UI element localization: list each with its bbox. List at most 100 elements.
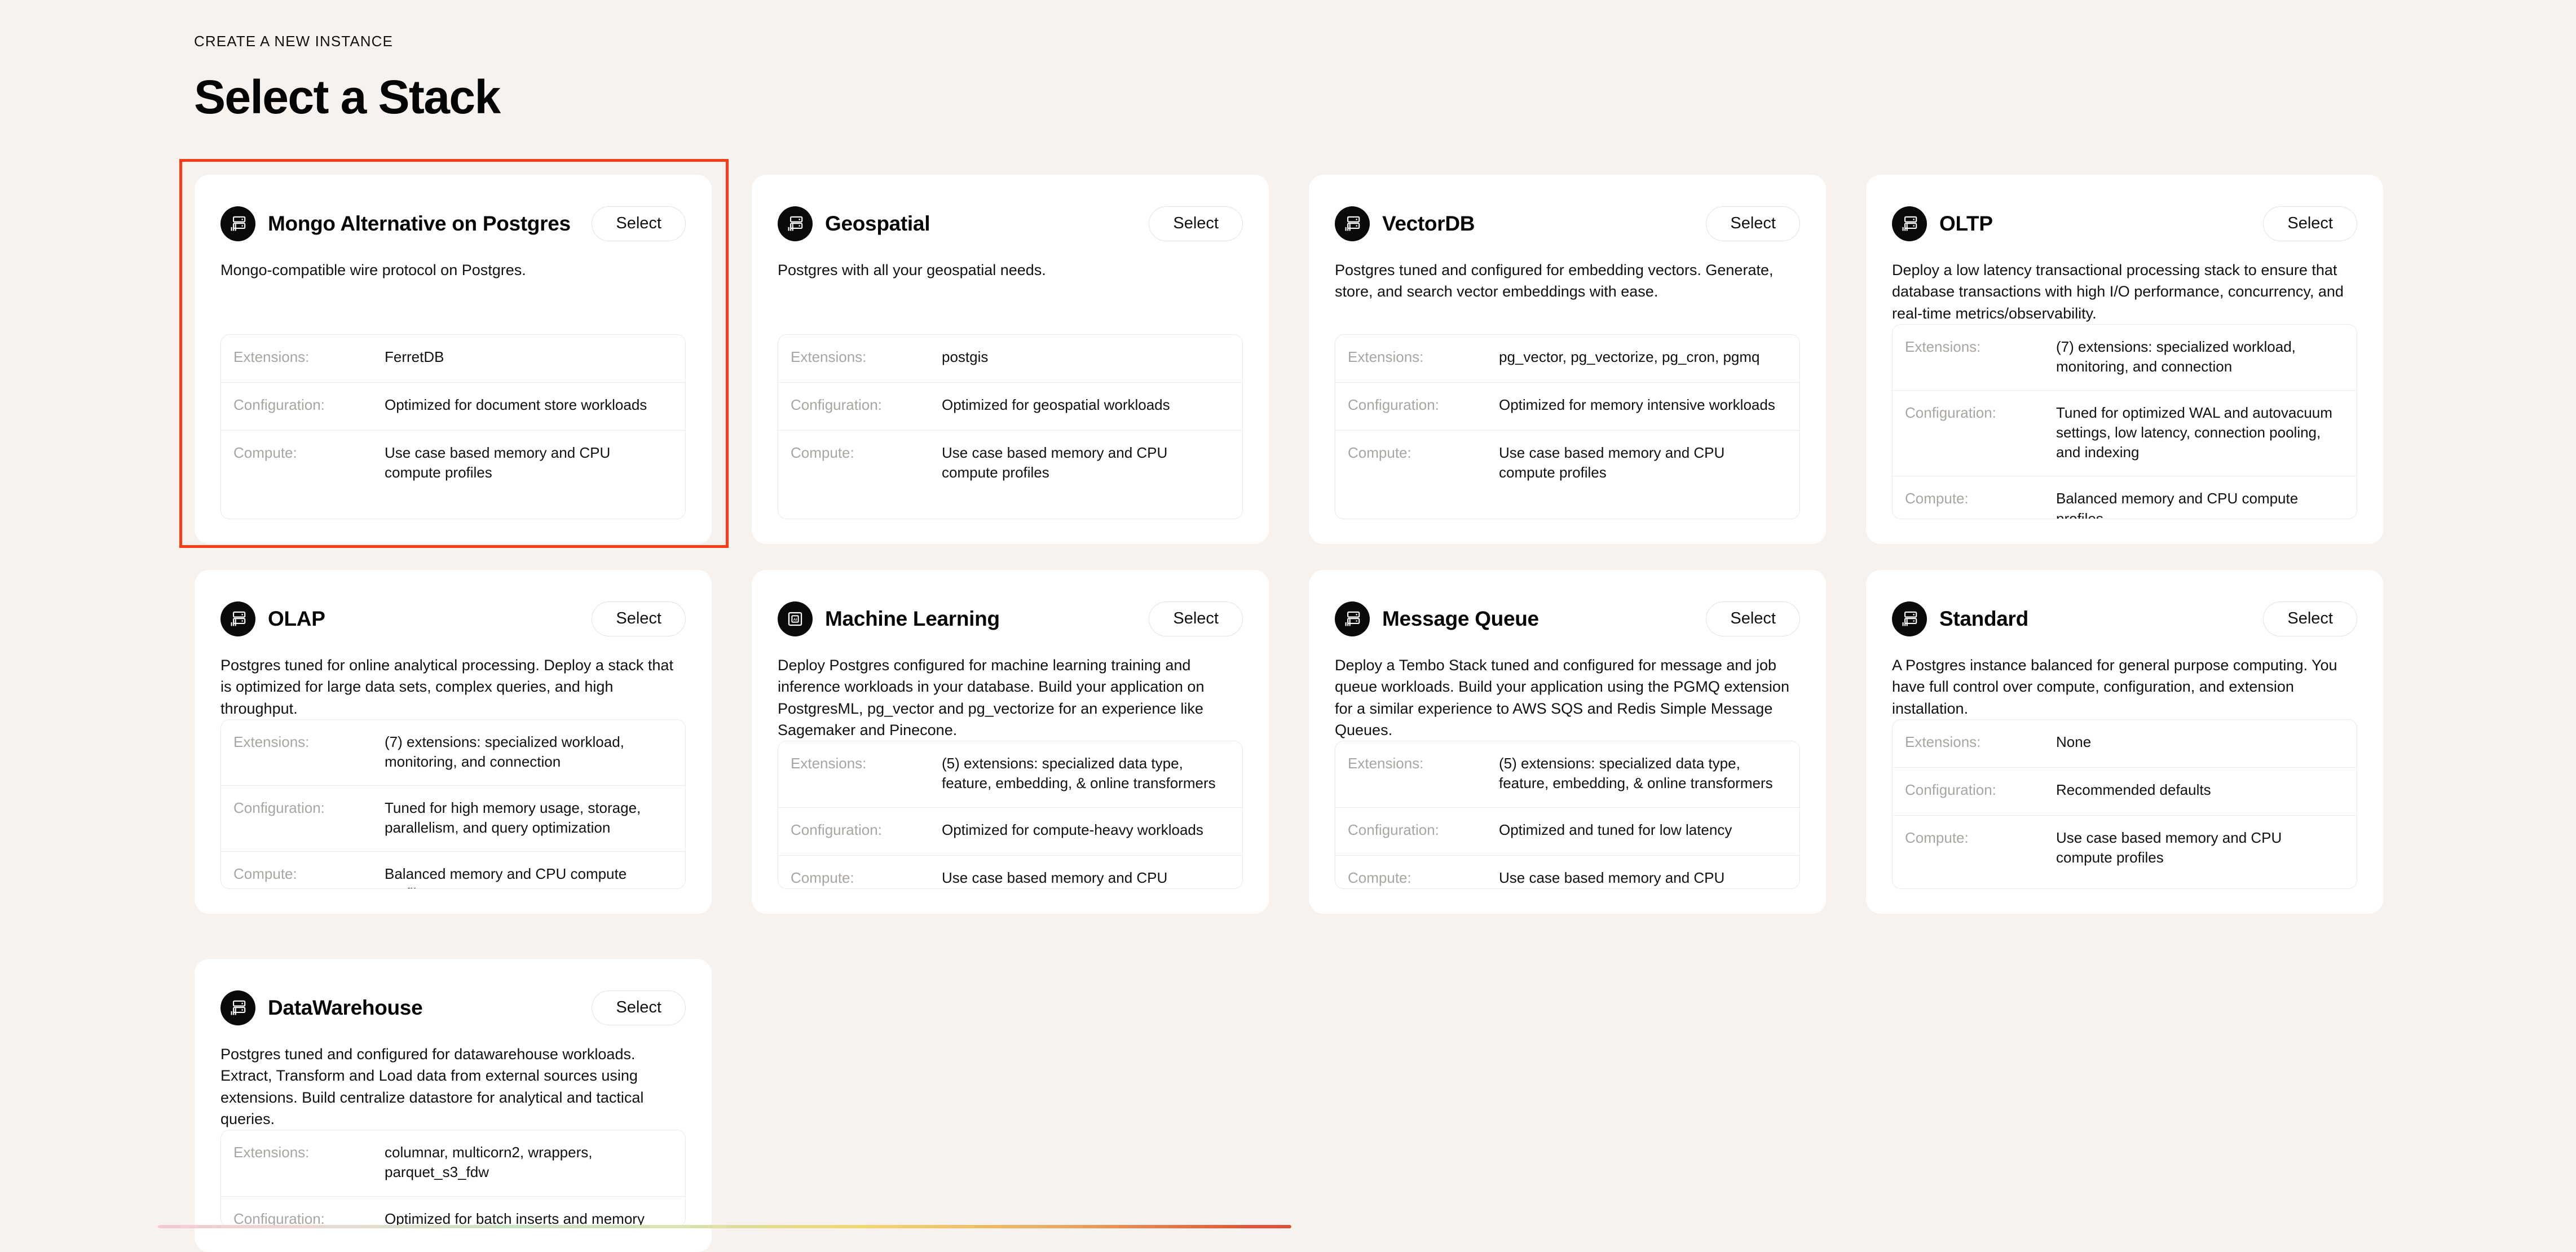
spec-table: Extensions: columnar, multicorn2, wrapper…: [220, 1130, 686, 1227]
select-button[interactable]: Select: [1149, 206, 1243, 241]
card-title: Standard: [1939, 607, 2028, 630]
card-header-left: Standard: [1892, 601, 2028, 636]
spec-row-configuration: Configuration: Optimized for memory inten…: [1335, 382, 1799, 430]
spec-label-extensions: Extensions:: [791, 755, 867, 772]
spec-table: Extensions: pg_vector, pg_vectorize, pg_c…: [1335, 334, 1800, 519]
spec-label-configuration: Configuration:: [233, 396, 325, 413]
stack-card-cell: OLTP Select Deploy a low latency transacti…: [1866, 175, 2383, 544]
card-header-left: AI Machine Learning: [778, 601, 1000, 636]
select-button[interactable]: Select: [592, 990, 686, 1025]
card-title: Mongo Alternative on Postgres: [268, 212, 571, 235]
spec-label-configuration: Configuration:: [1348, 821, 1439, 838]
ai-chip-icon: AI: [778, 601, 813, 636]
spec-value-configuration: Optimized and tuned for low latency: [1499, 821, 1732, 838]
spec-row-extensions: Extensions: (5) extensions: specialized d…: [1335, 741, 1799, 807]
spec-value-configuration: Optimized for compute-heavy workloads: [942, 821, 1203, 838]
select-button[interactable]: Select: [1706, 601, 1800, 636]
select-button[interactable]: Select: [1706, 206, 1800, 241]
spec-value-configuration: Optimized for memory intensive workloads: [1499, 396, 1775, 413]
server-rack-icon: [1892, 206, 1927, 241]
select-button[interactable]: Select: [592, 206, 686, 241]
card-description: A Postgres instance balanced for general…: [1892, 657, 2337, 717]
spec-label-configuration: Configuration:: [791, 821, 882, 838]
stack-card[interactable]: OLAP Select Postgres tuned for online anal…: [195, 570, 712, 914]
spec-row-extensions: Extensions: (7) extensions: specialized w…: [1893, 325, 2357, 390]
stack-card-grid: Mongo Alternative on Postgres Select Mongo…: [195, 175, 2402, 914]
spec-row-extensions: Extensions: postgis: [778, 335, 1242, 382]
card-title: DataWarehouse: [268, 996, 423, 1019]
spec-value-configuration: Tuned for optimized WAL and autovacuum s…: [2056, 404, 2332, 461]
spec-row-extensions: Extensions: FerretDB: [221, 335, 685, 382]
card-description: Postgres tuned for online analytical pro…: [220, 657, 673, 717]
stack-card[interactable]: Mongo Alternative on Postgres Select Mongo…: [195, 175, 712, 544]
card-header: Geospatial Select: [778, 203, 1243, 245]
spec-value-compute: Balanced memory and CPU compute profiles: [2056, 490, 2299, 519]
spec-label-compute: Compute:: [1348, 444, 1411, 461]
spec-table: Extensions: postgis Configuration: Optimize…: [778, 334, 1243, 519]
card-header: OLTP Select: [1892, 203, 2357, 245]
stack-card-grid-row3: DataWarehouse Select Postgres tuned and co…: [195, 959, 712, 1252]
spec-row-configuration: Configuration: Optimized for batch insert…: [221, 1196, 685, 1227]
spec-row-extensions: Extensions: (7) extensions: specialized w…: [221, 720, 685, 785]
spec-label-configuration: Configuration:: [791, 396, 882, 413]
stack-card[interactable]: OLTP Select Deploy a low latency transacti…: [1866, 175, 2383, 544]
spec-label-compute: Compute:: [791, 444, 854, 461]
page-eyebrow: CREATE A NEW INSTANCE: [194, 33, 393, 50]
card-header-left: OLAP: [220, 601, 325, 636]
spec-row-compute: Compute: Balanced memory and CPU compute …: [221, 851, 685, 888]
card-title: Message Queue: [1382, 607, 1539, 630]
stack-card[interactable]: DataWarehouse Select Postgres tuned and co…: [195, 959, 712, 1252]
stack-card-cell: Mongo Alternative on Postgres Select Mongo…: [195, 175, 712, 544]
card-description: Postgres tuned and configured for datawa…: [220, 1046, 644, 1127]
spec-row-configuration: Configuration: Optimized for compute-heav…: [778, 807, 1242, 855]
spec-row-configuration: Configuration: Tuned for optimized WAL an…: [1893, 390, 2357, 476]
spec-label-extensions: Extensions:: [233, 733, 310, 750]
spec-table: Extensions: (7) extensions: specialized w…: [220, 719, 686, 889]
spec-row-configuration: Configuration: Recommended defaults: [1893, 767, 2357, 815]
stack-card-cell: VectorDB Select Postgres tuned and configu…: [1309, 175, 1826, 544]
spec-value-configuration: Tuned for high memory usage, storage, pa…: [385, 799, 641, 837]
spec-value-extensions: postgis: [942, 348, 989, 365]
spec-table: Extensions: None Configuration: Recommended…: [1892, 719, 2357, 889]
select-button[interactable]: Select: [592, 601, 686, 636]
spec-value-compute: Use case based memory and CPU compute pr…: [942, 869, 1168, 886]
card-description: Deploy a Tembo Stack tuned and configure…: [1335, 657, 1789, 738]
card-header: VectorDB Select: [1335, 203, 1800, 245]
spec-value-extensions: (7) extensions: specialized workload, mo…: [385, 733, 624, 771]
horizontal-scrollbar-thumb[interactable]: [158, 1225, 1291, 1228]
stack-card[interactable]: Standard Select A Postgres instance balanc…: [1866, 570, 2383, 914]
card-header-left: Mongo Alternative on Postgres: [220, 206, 571, 241]
card-header: AI Machine Learning Select: [778, 598, 1243, 640]
spec-value-compute: Balanced memory and CPU compute profiles: [385, 865, 627, 888]
card-description: Mongo-compatible wire protocol on Postgr…: [220, 262, 526, 278]
card-title: OLTP: [1939, 212, 1993, 235]
card-header: Standard Select: [1892, 598, 2357, 640]
spec-row-compute: Compute: Balanced memory and CPU compute …: [1893, 476, 2357, 519]
spec-label-extensions: Extensions:: [1348, 755, 1424, 772]
card-header-left: Geospatial: [778, 206, 930, 241]
spec-label-extensions: Extensions:: [1348, 348, 1424, 365]
spec-table: Extensions: (5) extensions: specialized d…: [1335, 741, 1800, 889]
stack-card-cell: Message Queue Select Deploy a Tembo Stack …: [1309, 570, 1826, 914]
card-title: Machine Learning: [825, 607, 1000, 630]
stack-card[interactable]: Geospatial Select Postgres with all your g…: [752, 175, 1269, 544]
spec-label-extensions: Extensions:: [233, 1144, 310, 1161]
spec-row-configuration: Configuration: Tuned for high memory usag…: [221, 785, 685, 851]
spec-value-extensions: pg_vector, pg_vectorize, pg_cron, pgmq: [1499, 348, 1760, 365]
card-header: DataWarehouse Select: [220, 987, 686, 1029]
spec-label-compute: Compute:: [1905, 490, 1969, 507]
select-button[interactable]: Select: [2263, 206, 2357, 241]
horizontal-scrollbar[interactable]: [0, 1223, 2576, 1230]
card-description: Deploy Postgres configured for machine l…: [778, 657, 1205, 738]
select-button[interactable]: Select: [1149, 601, 1243, 636]
stack-card[interactable]: VectorDB Select Postgres tuned and configu…: [1309, 175, 1826, 544]
stack-card[interactable]: Message Queue Select Deploy a Tembo Stack …: [1309, 570, 1826, 914]
spec-row-extensions: Extensions: columnar, multicorn2, wrapper…: [221, 1130, 685, 1196]
card-header-left: VectorDB: [1335, 206, 1475, 241]
spec-value-compute: Use case based memory and CPU compute pr…: [1499, 869, 1725, 886]
stack-card[interactable]: AI Machine Learning Select Deploy Postgres …: [752, 570, 1269, 914]
page-title: Select a Stack: [194, 70, 501, 123]
spec-label-compute: Compute:: [1348, 869, 1411, 886]
select-button[interactable]: Select: [2263, 601, 2357, 636]
spec-value-extensions: (5) extensions: specialized data type, f…: [942, 755, 1216, 792]
